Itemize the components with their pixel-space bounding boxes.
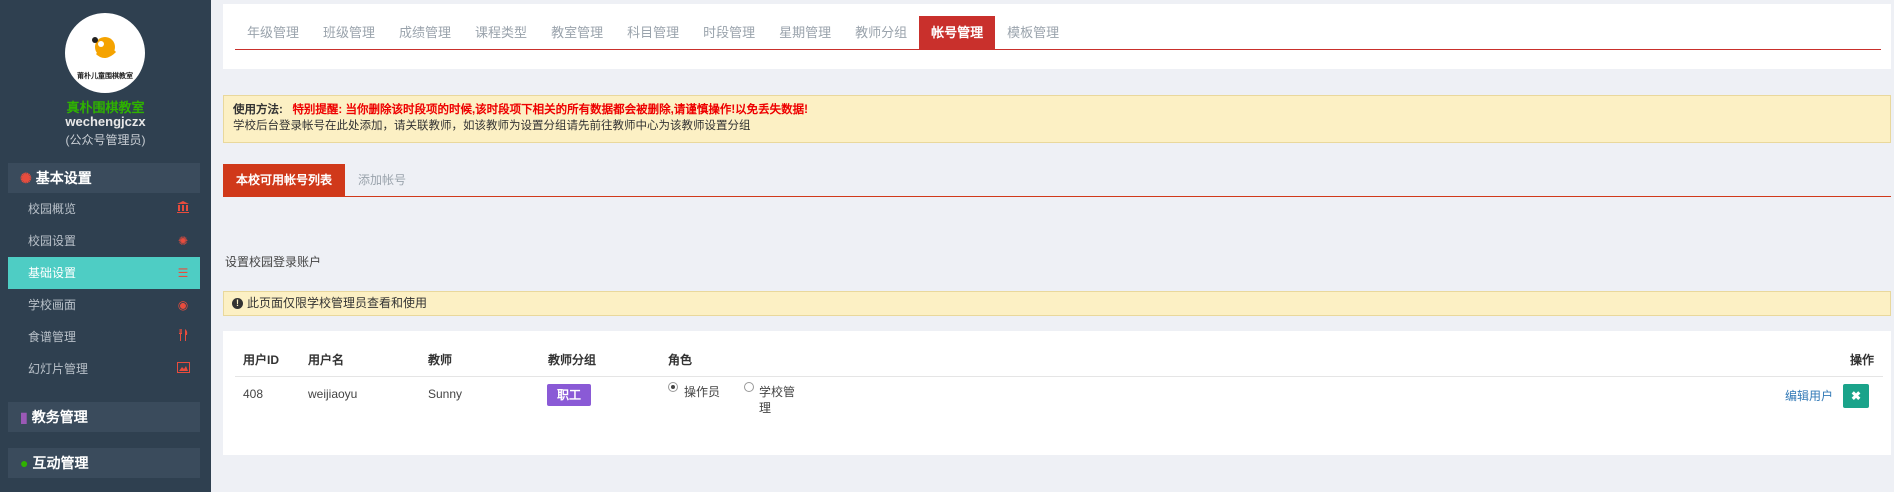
sidebar-item-label: 食谱管理 [28,330,77,344]
sidebar-item-campus-settings[interactable]: 校园设置 ✺ [8,225,200,257]
sidebar-item-campus-overview[interactable]: 校园概览 [8,193,200,225]
username: wechengjczx [65,114,146,129]
tab-template[interactable]: 模板管理 [995,16,1071,50]
nav-group-header-basic-settings[interactable]: ✺ 基本设置 [8,163,200,193]
tab-classroom[interactable]: 教室管理 [539,16,615,50]
logo-mark-icon [92,37,117,58]
sidebar-item-school-screen[interactable]: 学校画面 ◉ [8,289,200,321]
cell-username: weijiaoyu [308,387,358,401]
close-icon: ✖ [1850,389,1862,403]
col-header-action: 操作 [1850,353,1875,367]
tab-weekday[interactable]: 星期管理 [767,16,843,50]
image-icon [176,353,190,385]
list-icon: ☰ [177,266,189,280]
top-tabs: 年级管理 班级管理 成绩管理 课程类型 教室管理 科目管理 时段管理 星期管理 … [235,16,1071,50]
col-header-user-id: 用户ID [243,353,280,367]
tab-grade[interactable]: 年级管理 [235,16,311,50]
delete-button[interactable]: ✖ [1843,384,1869,408]
notice-text: 学校后台登录帐号在此处添加，请关联教师，如该教师为设置分组请先前往教师中心为该教… [233,120,751,132]
sidebar-item-slides[interactable]: 幻灯片管理 [8,353,200,385]
role-radio-school-admin[interactable] [744,382,754,392]
sidebar-item-label: 校园设置 [28,234,77,248]
usage-notice: 使用方法: 特别提醒: 当你删除该时段项的时候,该时段项下相关的所有数据都会被删… [223,95,1891,143]
nav-group-basic-settings: ✺ 基本设置 校园概览 校园设置 ✺ 基础设置 ☰ 学校画面 ◉ 食谱管理 幻灯… [8,163,200,385]
bank-icon [176,193,190,225]
tab-underline [235,49,1881,50]
gear-icon: ✺ [177,234,189,248]
col-header-username: 用户名 [308,353,345,367]
chat-icon: ● [20,455,29,471]
nav-group-interaction: ● 互动管理 [8,448,200,478]
cutlery-icon [176,321,190,353]
group-badge: 职工 [547,384,591,406]
nav-group-header-academic[interactable]: ▮ 教务管理 [8,402,200,432]
logo-text: 莆朴儿童围棋教室 [77,73,133,80]
header-divider [235,376,1883,377]
nav-group-label: 教务管理 [31,409,88,425]
col-header-group: 教师分组 [548,353,597,367]
col-header-role: 角色 [668,353,693,367]
role-label-operator: 操作员 [684,385,721,399]
gear-icon: ✺ [20,170,32,186]
tab-subject[interactable]: 科目管理 [615,16,691,50]
role-radio-operator[interactable] [668,382,678,392]
sidebar-item-label: 幻灯片管理 [28,362,89,376]
tab-teacher-group[interactable]: 教师分组 [843,16,919,50]
tab-class[interactable]: 班级管理 [311,16,387,50]
sidebar-item-label: 校园概览 [28,202,77,216]
notice-warning: 特别提醒: 当你删除该时段项的时候,该时段项下相关的所有数据都会被删除,请谨慎操… [292,104,809,116]
sidebar-item-basic-settings[interactable]: 基础设置 ☰ [8,257,200,289]
accounts-table: 用户ID 用户名 教师 教师分组 角色 操作 408 weijiaoyu Sun… [223,331,1891,455]
tab-course-type[interactable]: 课程类型 [463,16,539,50]
nav-group-header-interaction[interactable]: ● 互动管理 [8,448,200,478]
top-tabs-card: 年级管理 班级管理 成绩管理 课程类型 教室管理 科目管理 时段管理 星期管理 … [223,4,1891,69]
tab-account-list[interactable]: 本校可用帐号列表 [223,164,346,196]
tab-account[interactable]: 帐号管理 [919,16,996,50]
nav-group-academic: ▮ 教务管理 [8,402,200,432]
book-icon: ▮ [20,409,28,425]
sidebar: 莆朴儿童围棋教室 真朴围棋教室 wechengjczx (公众号管理员) ✺ 基… [0,0,211,492]
user-role: (公众号管理员) [65,133,146,147]
info-alert: ! 此页面仅限学校管理员查看和使用 [223,291,1891,316]
sidebar-item-label: 基础设置 [28,266,77,280]
eye-icon: ◉ [177,298,189,312]
edit-user-link[interactable]: 编辑用户 [1785,387,1833,404]
cell-user-id: 408 [243,387,264,401]
sub-tabs: 本校可用帐号列表 添加帐号 [223,164,419,196]
role-label-school-admin: 学校管理 [759,385,796,415]
cell-teacher: Sunny [428,387,463,401]
section-title: 设置校园登录账户 [225,255,322,269]
sub-tab-underline [223,196,1891,197]
sidebar-item-recipe[interactable]: 食谱管理 [8,321,200,353]
nav-group-label: 基本设置 [35,170,92,186]
notice-label: 使用方法: [233,104,283,116]
info-icon: ! [232,298,243,309]
col-header-teacher: 教师 [428,353,453,367]
nav-group-label: 互动管理 [32,455,89,471]
tab-add-account[interactable]: 添加帐号 [345,164,419,196]
tab-score[interactable]: 成绩管理 [387,16,463,50]
info-text: 此页面仅限学校管理员查看和使用 [247,296,428,310]
school-logo: 莆朴儿童围棋教室 [65,13,145,93]
tab-time-slot[interactable]: 时段管理 [691,16,767,50]
sidebar-item-label: 学校画面 [28,298,77,312]
